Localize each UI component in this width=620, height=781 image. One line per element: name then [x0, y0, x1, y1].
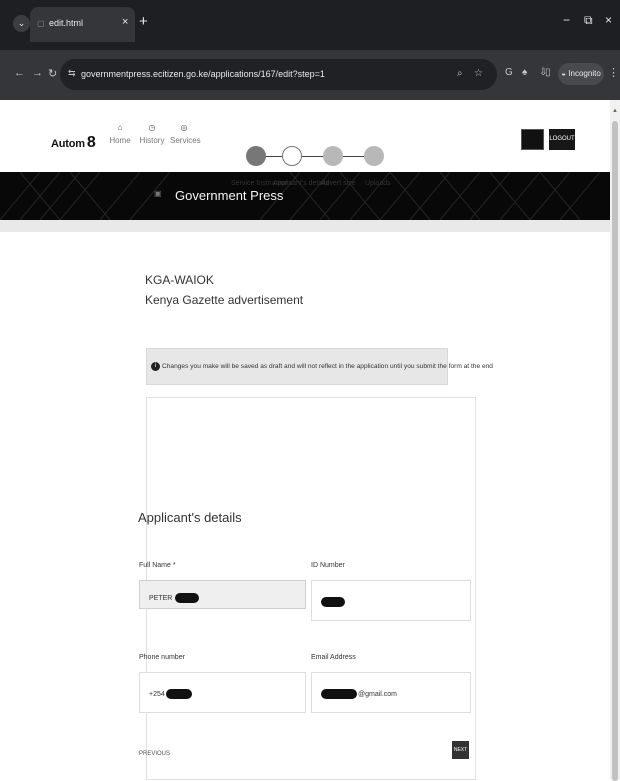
id-number-field[interactable] [311, 580, 471, 621]
zoom-icon[interactable]: ⌕ [457, 68, 463, 79]
phone-number-value: +254 [149, 689, 192, 699]
reload-icon[interactable]: ↻ [48, 67, 57, 80]
phone-number-label: Phone number [139, 654, 185, 661]
restore-icon[interactable]: ⧉ [584, 13, 593, 28]
active-tab[interactable]: ▢ edit.html × [30, 7, 135, 42]
step-label: Uploads [365, 180, 391, 187]
nav-history[interactable]: ◷ History [138, 123, 166, 151]
home-icon: ⌂ [117, 123, 123, 132]
address-bar[interactable]: ⇆ governmentpress.ecitizen.go.ke/applica… [60, 59, 497, 90]
history-icon: ◷ [148, 123, 156, 132]
tab-strip: ⌄ ▢ edit.html × + − ⧉ × [0, 0, 620, 50]
close-window-icon[interactable]: × [605, 13, 612, 27]
google-icon[interactable]: G [505, 67, 513, 78]
site-info-icon[interactable]: ⇆ [68, 68, 76, 79]
menu-icon[interactable]: ⋮ [608, 66, 619, 79]
tab-title: edit.html [49, 18, 84, 28]
full-name-label: Full Name * [139, 562, 176, 569]
step-applicants-details [282, 146, 302, 166]
url-text: governmentpress.ecitizen.go.ke/applicati… [81, 69, 325, 79]
step-uploads [364, 146, 384, 166]
next-button[interactable]: NEXT [452, 741, 469, 759]
info-icon: i [151, 362, 160, 371]
forward-icon[interactable]: → [32, 67, 43, 79]
brand-name: Autom [51, 138, 85, 150]
new-tab-icon[interactable]: + [139, 13, 148, 30]
nav-home[interactable]: ⌂ Home [106, 123, 134, 151]
site-logo[interactable]: Autom 8 [51, 134, 96, 152]
scrollbar[interactable]: ▲ [610, 100, 620, 781]
step-service-instructions [246, 146, 266, 166]
draft-notice-text: Changes you make will be saved as draft … [162, 363, 493, 370]
full-name-field[interactable]: PETER [139, 580, 306, 609]
brand-mark: 8 [86, 134, 96, 151]
full-name-value: PETER [149, 593, 200, 603]
id-number-value [321, 597, 345, 607]
file-icon: ▢ [37, 19, 45, 28]
step-advert-size [323, 146, 343, 166]
incognito-label: Incognito [568, 69, 601, 78]
web-page: Autom 8 ⌂ Home ◷ History ◎ Services LOGOU… [0, 100, 610, 780]
browser-toolbar: ← → ↻ ⇆ governmentpress.ecitizen.go.ke/a… [0, 50, 620, 100]
logout-button[interactable]: LOGOUT [549, 129, 575, 150]
minimize-icon[interactable]: − [563, 13, 570, 27]
scrollbar-thumb[interactable] [612, 121, 618, 781]
scroll-up-icon[interactable]: ▲ [612, 108, 618, 114]
draft-notice: i Changes you make will be saved as draf… [146, 348, 493, 385]
user-avatar[interactable] [521, 129, 544, 150]
banner-title: Government Press [175, 188, 284, 203]
email-address-field[interactable]: @gmail.com [311, 672, 471, 713]
bookmark-icon[interactable]: ☆ [474, 68, 483, 79]
close-tab-icon[interactable]: × [122, 16, 128, 28]
side-panel-icon[interactable]: ▯ [545, 67, 551, 78]
banner-divider [0, 220, 610, 232]
application-type: Kenya Gazette advertisement [145, 293, 304, 307]
application-reference: KGA-WAIOK [145, 273, 214, 287]
nav-services[interactable]: ◎ Services [170, 123, 201, 151]
previous-button[interactable]: PREVIOUS [139, 751, 170, 757]
services-icon: ◎ [180, 123, 188, 132]
incognito-button[interactable]: ◒ Incognito [558, 63, 604, 85]
back-icon[interactable]: ← [14, 67, 25, 79]
email-address-value: @gmail.com [321, 689, 397, 699]
nav-services-label: Services [170, 136, 201, 145]
section-title: Applicant's details [138, 510, 242, 525]
nav-home-label: Home [109, 136, 131, 145]
email-address-label: Email Address [311, 654, 356, 661]
tab-search-icon[interactable]: ⌄ [13, 15, 30, 32]
banner-logo-icon: ▣ [154, 189, 162, 198]
phone-number-field[interactable]: +254 [139, 672, 306, 713]
extension-icon[interactable]: ♠ [522, 67, 527, 78]
step-label: Advert size [321, 180, 356, 187]
nav-history-label: History [139, 136, 165, 145]
id-number-label: ID Number [311, 562, 345, 569]
